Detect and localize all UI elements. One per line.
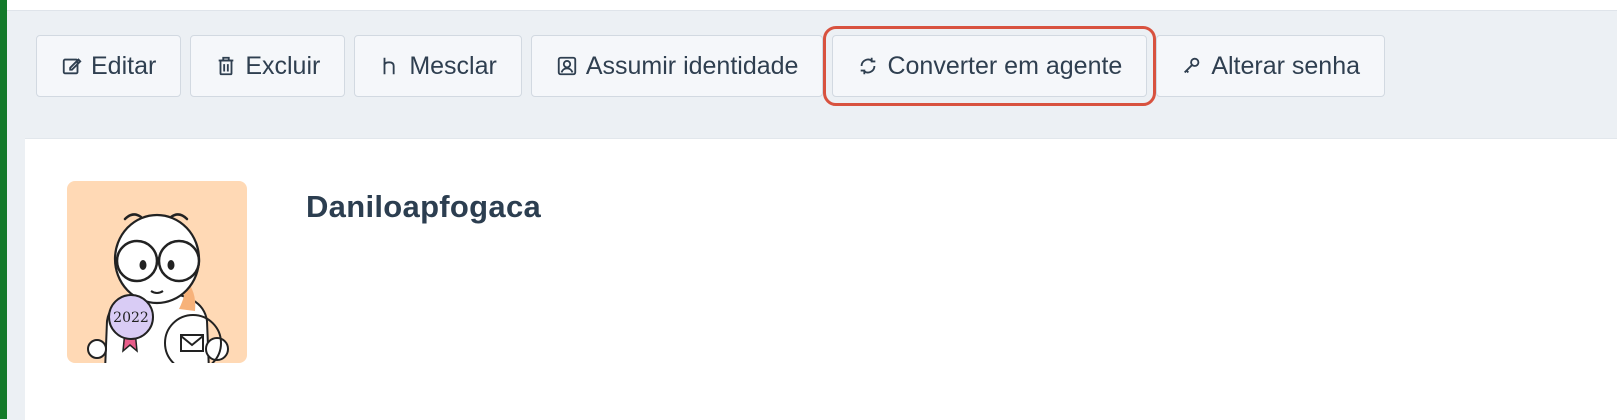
- trash-icon: [215, 55, 237, 77]
- top-header-bar: [7, 0, 1617, 11]
- merge-icon: [379, 55, 401, 77]
- left-accent-stripe: [0, 0, 7, 419]
- user-profile-card: 2022 Daniloapfogaca: [25, 138, 1617, 420]
- user-name: Daniloapfogaca: [306, 189, 542, 224]
- convert-icon: [857, 55, 879, 77]
- impersonate-button-label: Assumir identidade: [585, 51, 799, 80]
- convert-to-agent-button[interactable]: Converter em agente: [823, 26, 1157, 106]
- identity-icon: [556, 55, 578, 77]
- change-password-button-label: Alterar senha: [1211, 51, 1361, 80]
- delete-button-label: Excluir: [245, 51, 321, 80]
- user-actions-toolbar: Editar Excluir Mesclar Assumir identidad…: [36, 26, 1386, 106]
- convert-to-agent-button-label: Converter em agente: [887, 51, 1123, 80]
- impersonate-button[interactable]: Assumir identidade: [530, 35, 824, 97]
- avatar-badge-year: 2022: [113, 310, 149, 326]
- merge-button[interactable]: Mesclar: [354, 35, 522, 97]
- key-icon: [1181, 55, 1203, 77]
- avatar-illustration: 2022: [87, 213, 229, 363]
- avatar: 2022: [67, 181, 247, 363]
- edit-button[interactable]: Editar: [36, 35, 182, 97]
- change-password-button[interactable]: Alterar senha: [1156, 35, 1386, 97]
- edit-icon: [61, 55, 83, 77]
- merge-button-label: Mesclar: [409, 51, 497, 80]
- edit-button-label: Editar: [91, 51, 157, 80]
- delete-button[interactable]: Excluir: [190, 35, 346, 97]
